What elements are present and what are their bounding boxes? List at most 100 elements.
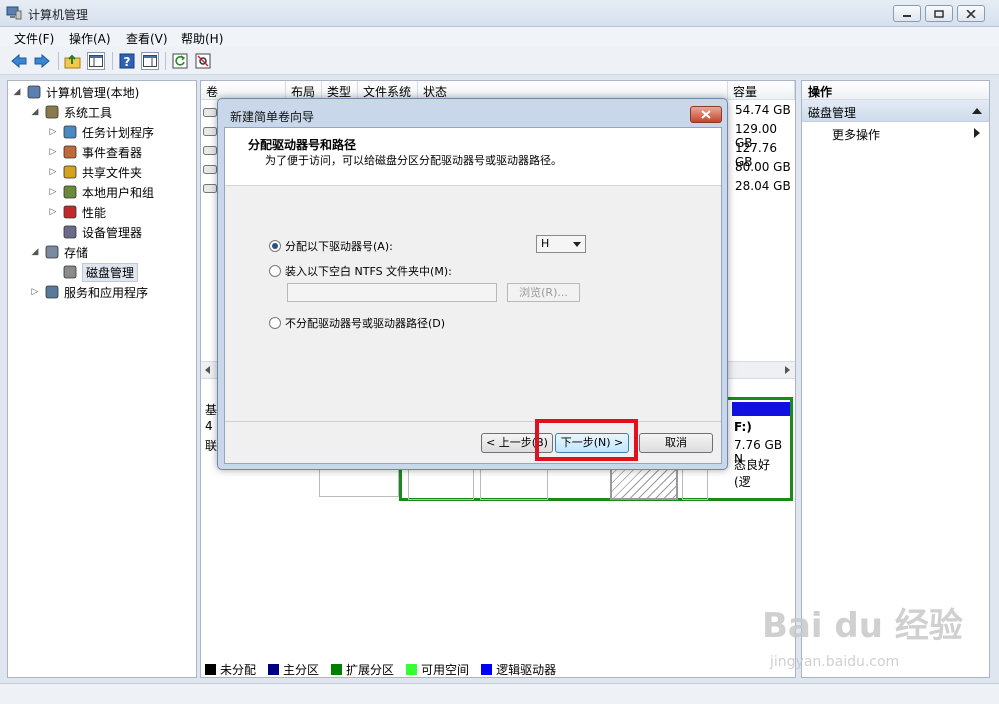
tree-item[interactable]: ▷ 共享文件夹 (48, 163, 142, 181)
legend-label: 逻辑驱动器 (496, 663, 557, 677)
baidu-watermark-url: jingyan.baidu.com (770, 654, 900, 670)
disk-icon (63, 265, 77, 279)
up-level-button[interactable] (64, 52, 82, 70)
minimize-button[interactable] (893, 5, 921, 22)
volume-drive-icon (203, 163, 217, 182)
toolbar-separator (112, 52, 113, 70)
tree-item[interactable]: ▷ 本地用户和组 (48, 183, 154, 201)
menu-action[interactable]: 操作(A) (69, 30, 111, 47)
more-actions-label: 更多操作 (832, 128, 881, 142)
collapsed-arrow-icon[interactable]: ▷ (48, 187, 58, 197)
collapsed-arrow-icon[interactable]: ▷ (30, 287, 40, 297)
option-no-drive-letter-label: 不分配驱动器号或驱动器路径(D) (285, 317, 446, 330)
radio-mount-ntfs-folder[interactable] (269, 265, 281, 277)
legend-item: 可用空间 (406, 661, 469, 678)
volume-drive-icon (203, 182, 217, 201)
tree-item[interactable]: 设备管理器 (48, 223, 142, 241)
collapsed-arrow-icon[interactable]: ▷ (48, 127, 58, 137)
menu-bar: 文件(F) 操作(A) 查看(V) 帮助(H) (0, 27, 999, 47)
tree-item-label: 本地用户和组 (82, 185, 155, 200)
forward-button[interactable] (33, 52, 51, 70)
collapsed-arrow-icon[interactable]: ▷ (48, 167, 58, 177)
menu-help[interactable]: 帮助(H) (181, 30, 223, 47)
actions-section-label: 磁盘管理 (808, 106, 857, 120)
legend: 未分配 主分区 扩展分区 可用空间 逻辑驱动器 (205, 661, 562, 678)
legend-swatch (406, 664, 418, 675)
legend-swatch (331, 664, 343, 675)
refresh-button[interactable] (171, 52, 189, 70)
drive-letter-select[interactable]: H (536, 235, 586, 253)
legend-label: 主分区 (283, 663, 320, 677)
maximize-icon (934, 9, 944, 18)
close-button[interactable] (957, 5, 985, 22)
legend-item: 逻辑驱动器 (481, 661, 556, 678)
menu-view[interactable]: 查看(V) (126, 30, 168, 47)
expanded-arrow-icon[interactable]: ◢ (30, 247, 40, 257)
chevron-down-icon (573, 242, 581, 247)
tree-item[interactable]: ▷ 任务计划程序 (48, 123, 154, 141)
collapse-up-icon (972, 108, 982, 114)
back-button[interactable] (10, 52, 28, 70)
cancel-button[interactable]: 取消 (639, 433, 713, 453)
option-mount-ntfs-folder[interactable]: 装入以下空白 NTFS 文件夹中(M): (269, 263, 452, 279)
wizard-heading: 分配驱动器号和路径 (248, 138, 357, 152)
tree-item[interactable]: ▷ 事件查看器 (48, 143, 142, 161)
tree-item[interactable]: ◢ 计算机管理(本地) (12, 83, 140, 101)
properties-button[interactable] (194, 52, 212, 70)
help-button[interactable]: ? (118, 52, 136, 70)
tree-item[interactable]: ◢ 系统工具 (30, 103, 112, 121)
actions-pane: 操作 磁盘管理 更多操作 (801, 80, 990, 678)
more-actions-item[interactable]: 更多操作 (802, 122, 989, 144)
back-arrow-icon (11, 53, 27, 69)
window-title: 计算机管理 (28, 8, 89, 22)
disk-label-line3: 联 (205, 439, 218, 453)
users-icon (63, 185, 77, 199)
status-bar (0, 683, 999, 704)
volume-capacity[interactable]: 80.00 GB (735, 160, 791, 174)
new-simple-volume-wizard: 新建简单卷向导 分配驱动器号和路径 为了便于访问，可以给磁盘分区分配驱动器号或驱… (217, 98, 728, 470)
folder-path-input[interactable] (287, 283, 497, 302)
show-hide-tree-button[interactable] (87, 52, 105, 70)
disk-label-line2: 4 (205, 419, 213, 433)
collapsed-arrow-icon[interactable]: ▷ (48, 147, 58, 157)
tree-item-label: 系统工具 (64, 105, 113, 120)
tree-item-label: 设备管理器 (82, 225, 143, 240)
column-capacity[interactable]: 容量 (728, 81, 795, 100)
legend-label: 未分配 (220, 663, 257, 677)
actions-section-disk-management[interactable]: 磁盘管理 (802, 100, 989, 122)
tree-item[interactable]: 磁盘管理 (48, 262, 139, 282)
maximize-button[interactable] (925, 5, 953, 22)
legend-swatch (481, 664, 493, 675)
radio-no-drive-letter[interactable] (269, 317, 281, 329)
storage-icon (45, 245, 59, 259)
tree-item-label: 计算机管理(本地) (46, 85, 140, 100)
legend-item: 扩展分区 (331, 661, 394, 678)
tree-item[interactable]: ▷ 服务和应用程序 (30, 283, 148, 301)
menu-file[interactable]: 文件(F) (14, 30, 54, 47)
radio-assign-drive-letter[interactable] (269, 240, 281, 252)
tree-item[interactable]: ▷ 性能 (48, 203, 106, 221)
volume-capacity[interactable]: 54.74 GB (735, 103, 791, 117)
close-icon (966, 9, 976, 18)
tree-item-label: 任务计划程序 (82, 125, 155, 140)
option-assign-drive-letter[interactable]: 分配以下驱动器号(A): (269, 238, 393, 254)
performance-icon (63, 205, 77, 219)
option-no-drive-letter[interactable]: 不分配驱动器号或驱动器路径(D) (269, 315, 445, 331)
drive-letter-value: H (541, 237, 550, 250)
collapsed-arrow-icon[interactable]: ▷ (48, 207, 58, 217)
expanded-arrow-icon[interactable]: ◢ (30, 107, 40, 117)
scroll-left-icon (205, 366, 210, 374)
browse-button[interactable]: 浏览(R)... (507, 283, 580, 302)
tree-item[interactable]: ◢ 存储 (30, 243, 88, 261)
volume-capacity[interactable]: 28.04 GB (735, 179, 791, 193)
actions-header: 操作 (802, 81, 989, 100)
volume-drive-icon (203, 144, 217, 163)
tree-item-label: 磁盘管理 (82, 262, 139, 282)
expanded-arrow-icon[interactable]: ◢ (12, 87, 22, 97)
dialog-close-button[interactable] (690, 106, 722, 123)
show-hide-action-pane-button[interactable] (141, 52, 159, 70)
legend-item: 未分配 (205, 661, 256, 678)
minimize-icon (903, 14, 911, 17)
option-assign-drive-letter-label: 分配以下驱动器号(A): (285, 240, 393, 253)
tree-item-label: 服务和应用程序 (64, 285, 149, 300)
